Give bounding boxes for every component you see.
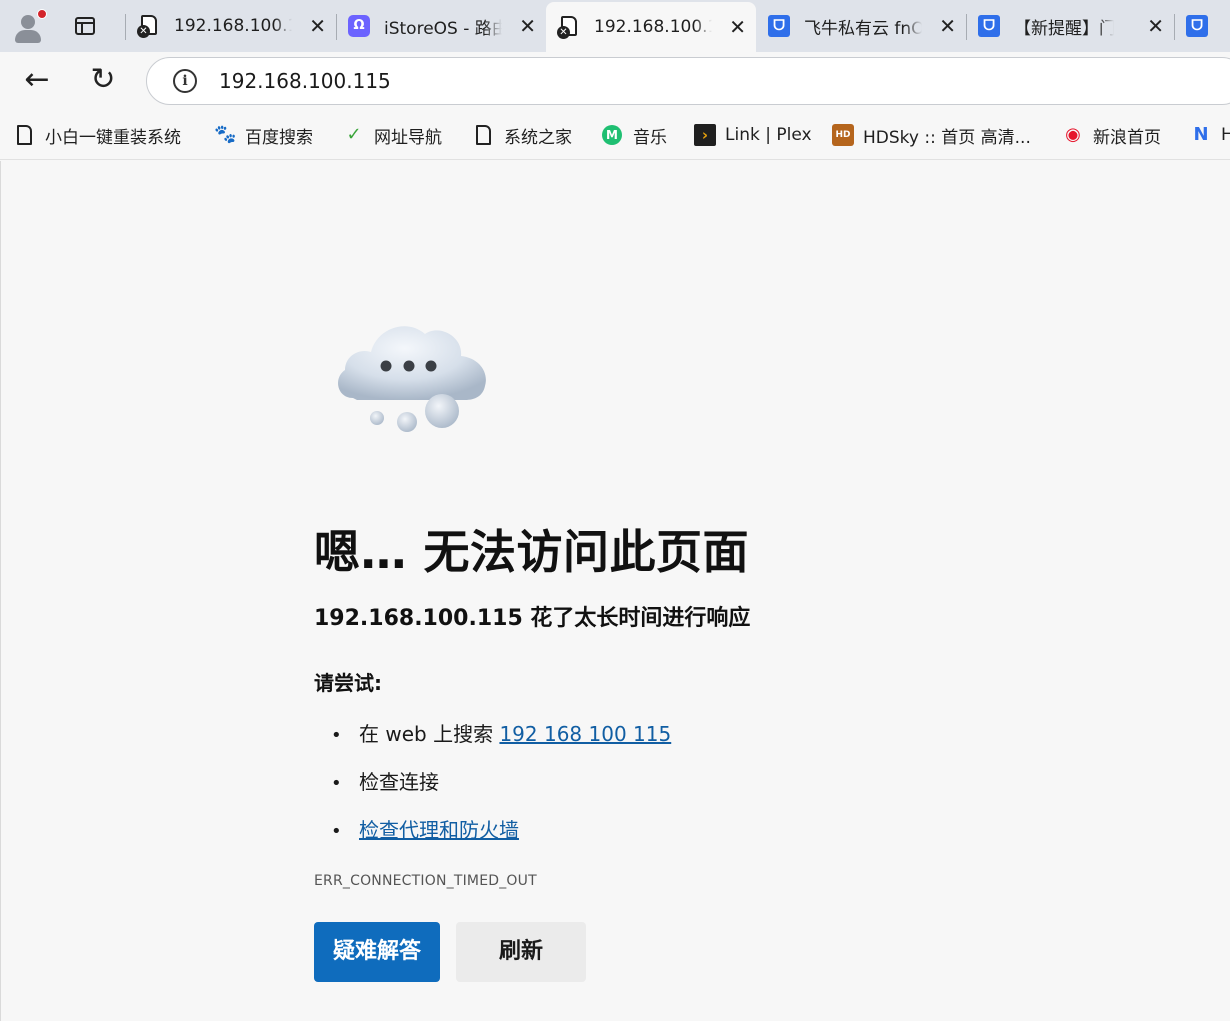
- bookmark-label: 音乐: [633, 127, 667, 148]
- tab-title: 192.168.100.115: [174, 16, 292, 36]
- error-page: 嗯… 无法访问此页面 192.168.100.115 花了太长时间进行响应 请尝…: [0, 161, 1230, 1021]
- tab-close-icon[interactable]: ✕: [729, 17, 746, 37]
- site-info-icon[interactable]: i: [173, 69, 197, 93]
- fnos-icon: ᗜ: [1186, 15, 1208, 37]
- check-proxy-link[interactable]: 检查代理和防火墙: [359, 818, 519, 842]
- bookmark-label: 系统之家: [504, 127, 572, 148]
- error-document-icon: ✕: [137, 15, 160, 38]
- hao-icon: ✓: [346, 124, 362, 145]
- tab-title: 飞牛私有云 fnOS: [804, 18, 922, 39]
- bookmark-label: HDSky :: 首页 高清...: [863, 127, 1031, 148]
- suggestion-check-connection: • 检查连接: [331, 766, 439, 795]
- address-bar[interactable]: i 192.168.100.115: [146, 57, 1230, 105]
- error-code: ERR_CONNECTION_TIMED_OUT: [314, 873, 537, 889]
- notification-dot: [37, 9, 47, 19]
- cloud-icon: [338, 326, 486, 432]
- bookmark-item[interactable]: M 音乐: [602, 122, 667, 148]
- hdsky-icon: HD: [832, 124, 854, 146]
- bullet: •: [331, 725, 342, 746]
- music-icon: M: [602, 124, 624, 146]
- tab-close-icon[interactable]: ✕: [309, 16, 326, 36]
- bookmark-item[interactable]: 小白一键重装系统: [14, 122, 181, 148]
- n-icon: N: [1193, 124, 1209, 145]
- tab-close-icon[interactable]: ✕: [519, 16, 536, 36]
- bookmarks-bar: 小白一键重装系统 🐾 百度搜索 ✓ 网址导航 系统之家 M 音乐 › Link …: [0, 110, 1230, 160]
- tab-5[interactable]: ᗜ 【新提醒】门户 ✕: [966, 0, 1174, 52]
- tab-title: iStoreOS - 路由器: [384, 18, 502, 39]
- search-web-link[interactable]: 192 168 100 115: [499, 722, 671, 746]
- bookmark-label: 新浪首页: [1093, 127, 1161, 148]
- bookmark-label: H: [1221, 125, 1230, 145]
- tab-close-icon[interactable]: ✕: [939, 16, 956, 36]
- back-arrow-icon[interactable]: ←: [16, 60, 58, 102]
- bookmark-item[interactable]: N H: [1190, 122, 1230, 148]
- bookmark-item[interactable]: ◉ 新浪首页: [1062, 122, 1161, 148]
- error-subtitle: 192.168.100.115 花了太长时间进行响应: [314, 606, 751, 631]
- navigation-toolbar: ← ↻ i 192.168.100.115: [0, 52, 1230, 110]
- tab-3-active[interactable]: ✕ 192.168.100.115 ✕: [546, 2, 756, 52]
- document-icon: [473, 124, 495, 146]
- istoreos-icon: Ω: [348, 15, 370, 37]
- troubleshoot-button[interactable]: 疑难解答: [314, 922, 440, 982]
- suggestion-check-proxy: • 检查代理和防火墙: [331, 814, 519, 843]
- profile-avatar-icon[interactable]: [10, 8, 47, 44]
- bookmark-item[interactable]: 系统之家: [473, 122, 572, 148]
- bookmark-item[interactable]: 🐾 百度搜索: [214, 122, 313, 148]
- tab-title: 【新提醒】门户: [1014, 18, 1114, 39]
- tab-2[interactable]: Ω iStoreOS - 路由器 ✕: [336, 0, 546, 52]
- refresh-button[interactable]: 刷新: [456, 922, 586, 982]
- tab-6[interactable]: ᗜ: [1174, 0, 1230, 52]
- check-connection-text: 检查连接: [359, 770, 439, 794]
- try-label: 请尝试:: [314, 671, 382, 695]
- bullet: •: [331, 773, 342, 794]
- sina-icon: ◉: [1065, 124, 1081, 145]
- document-icon: [14, 124, 36, 146]
- address-url[interactable]: 192.168.100.115: [219, 69, 391, 93]
- suggestion-search: • 在 web 上搜索 192 168 100 115: [331, 718, 671, 747]
- tab-close-icon[interactable]: ✕: [1147, 16, 1164, 36]
- bookmark-item[interactable]: HD HDSky :: 首页 高清...: [832, 122, 1031, 148]
- plex-icon: ›: [694, 124, 716, 146]
- reload-icon[interactable]: ↻: [82, 60, 124, 102]
- error-document-icon: ✕: [557, 16, 580, 39]
- tab-1[interactable]: ✕ 192.168.100.115 ✕: [126, 0, 336, 52]
- bookmark-label: 网址导航: [374, 127, 442, 148]
- bookmark-label: 百度搜索: [245, 127, 313, 148]
- baidu-icon: 🐾: [214, 124, 237, 145]
- bookmark-item[interactable]: ✓ 网址导航: [343, 122, 442, 148]
- tab-strip: ✕ 192.168.100.115 ✕ Ω iStoreOS - 路由器 ✕ ✕…: [0, 0, 1230, 52]
- bookmark-item[interactable]: › Link | Plex: [694, 122, 812, 148]
- tab-actions-menu-icon[interactable]: [66, 10, 102, 42]
- tab-4[interactable]: ᗜ 飞牛私有云 fnOS ✕: [756, 0, 966, 52]
- error-heading: 嗯… 无法访问此页面: [314, 525, 750, 579]
- search-prefix: 在 web 上搜索: [359, 722, 500, 746]
- bookmark-label: Link | Plex: [725, 125, 812, 145]
- bookmark-label: 小白一键重装系统: [45, 127, 181, 148]
- fnos-icon: ᗜ: [768, 15, 790, 37]
- fnos-icon: ᗜ: [978, 15, 1000, 37]
- bullet: •: [331, 821, 342, 842]
- tab-title: 192.168.100.115: [594, 17, 712, 37]
